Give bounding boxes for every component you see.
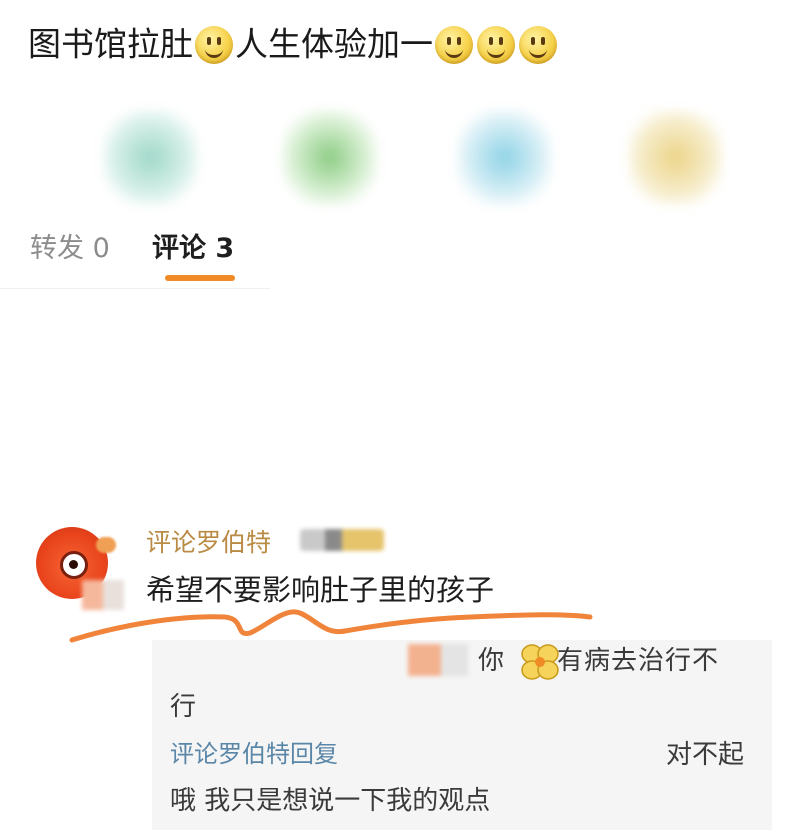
smiley-emoji-icon xyxy=(477,25,515,64)
post-text-part2: 人生体验加一 xyxy=(235,24,433,64)
reply-username[interactable]: 评论罗伯特回复 xyxy=(170,734,338,769)
reply-text-start: 你 xyxy=(478,646,506,676)
smiley-emoji-icon xyxy=(435,25,473,64)
flower-sticker-icon xyxy=(521,644,559,680)
divider xyxy=(0,288,270,289)
reply-mosaic-redaction xyxy=(408,644,468,676)
post-text-part1: 图书馆拉肚 xyxy=(28,24,193,64)
avatar-eye-icon xyxy=(60,551,88,579)
avatar-badge xyxy=(96,537,116,553)
username-mosaic-redaction xyxy=(300,529,384,551)
reply-box: 你 有病去治行不 行 评论罗伯特回复 对不起 哦 我只是想说一下我的观点 xyxy=(152,640,772,830)
comment-icon[interactable] xyxy=(282,110,377,205)
reply-text-line1: 你 有病去治行不 xyxy=(478,640,719,677)
reply-text: 哦 我只是想说一下我的观点 xyxy=(170,786,491,816)
active-tab-indicator xyxy=(165,275,235,281)
reply-right-text: 对不起 xyxy=(665,740,744,770)
like-icon[interactable] xyxy=(457,110,552,205)
more-icon[interactable] xyxy=(628,110,723,205)
tab-repost[interactable]: 转发 0 xyxy=(30,226,110,265)
reply-text-end: 有病去治行不 xyxy=(557,646,720,676)
comment-username[interactable]: 评论罗伯特 xyxy=(146,523,271,559)
post-text: 图书馆拉肚 人生体验加一 xyxy=(28,18,559,70)
reply-text-line2: 行 xyxy=(170,692,197,722)
share-icon[interactable] xyxy=(103,110,198,205)
tab-comments[interactable]: 评论 3 xyxy=(152,226,234,265)
smiley-emoji-icon xyxy=(195,25,233,64)
tab-bar: 转发 0 评论 3 xyxy=(0,218,800,288)
smiley-emoji-icon xyxy=(519,25,557,64)
